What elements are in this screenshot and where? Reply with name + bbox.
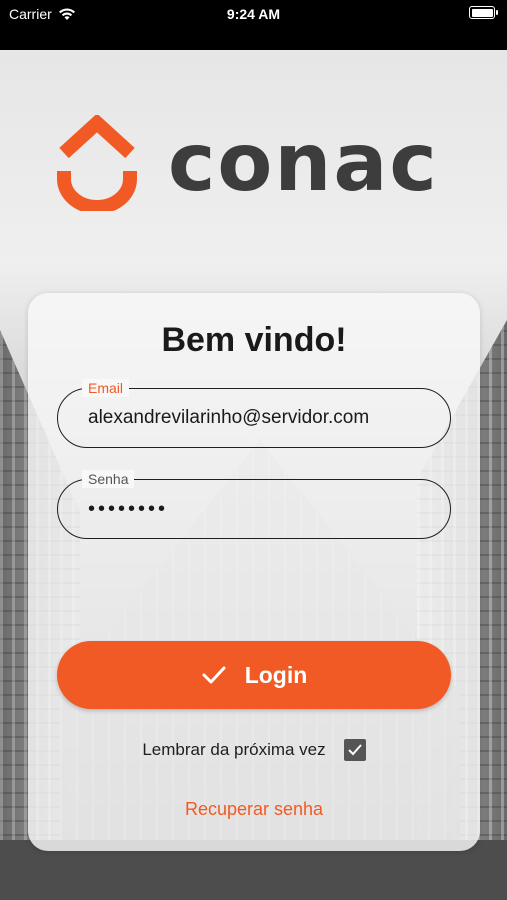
password-input[interactable] xyxy=(88,494,430,524)
status-time: 9:24 AM xyxy=(226,6,281,22)
checkmark-icon xyxy=(347,744,362,756)
status-bar: Carrier 9:24 AM xyxy=(0,0,507,50)
password-field[interactable]: Senha xyxy=(57,470,451,539)
email-field[interactable]: Email xyxy=(57,379,451,448)
house-logo-icon xyxy=(57,115,137,211)
remember-row: Lembrar da próxima vez xyxy=(28,739,480,761)
check-icon xyxy=(202,666,226,684)
logo-text: conac xyxy=(168,116,439,209)
recover-password-link[interactable]: Recuperar senha xyxy=(28,799,480,820)
email-label: Email xyxy=(82,379,130,397)
password-label: Senha xyxy=(82,470,135,488)
login-card: Bem vindo! Email Senha Login Lembrar da … xyxy=(28,293,480,851)
battery-icon xyxy=(469,6,498,19)
remember-label: Lembrar da próxima vez xyxy=(142,740,326,759)
login-label: Login xyxy=(244,661,308,688)
welcome-title: Bem vindo! xyxy=(161,321,347,359)
remember-checkbox[interactable] xyxy=(343,739,366,761)
conac-logo: conac xyxy=(56,115,476,215)
login-button[interactable]: Login xyxy=(57,641,451,709)
email-input[interactable] xyxy=(88,403,430,433)
